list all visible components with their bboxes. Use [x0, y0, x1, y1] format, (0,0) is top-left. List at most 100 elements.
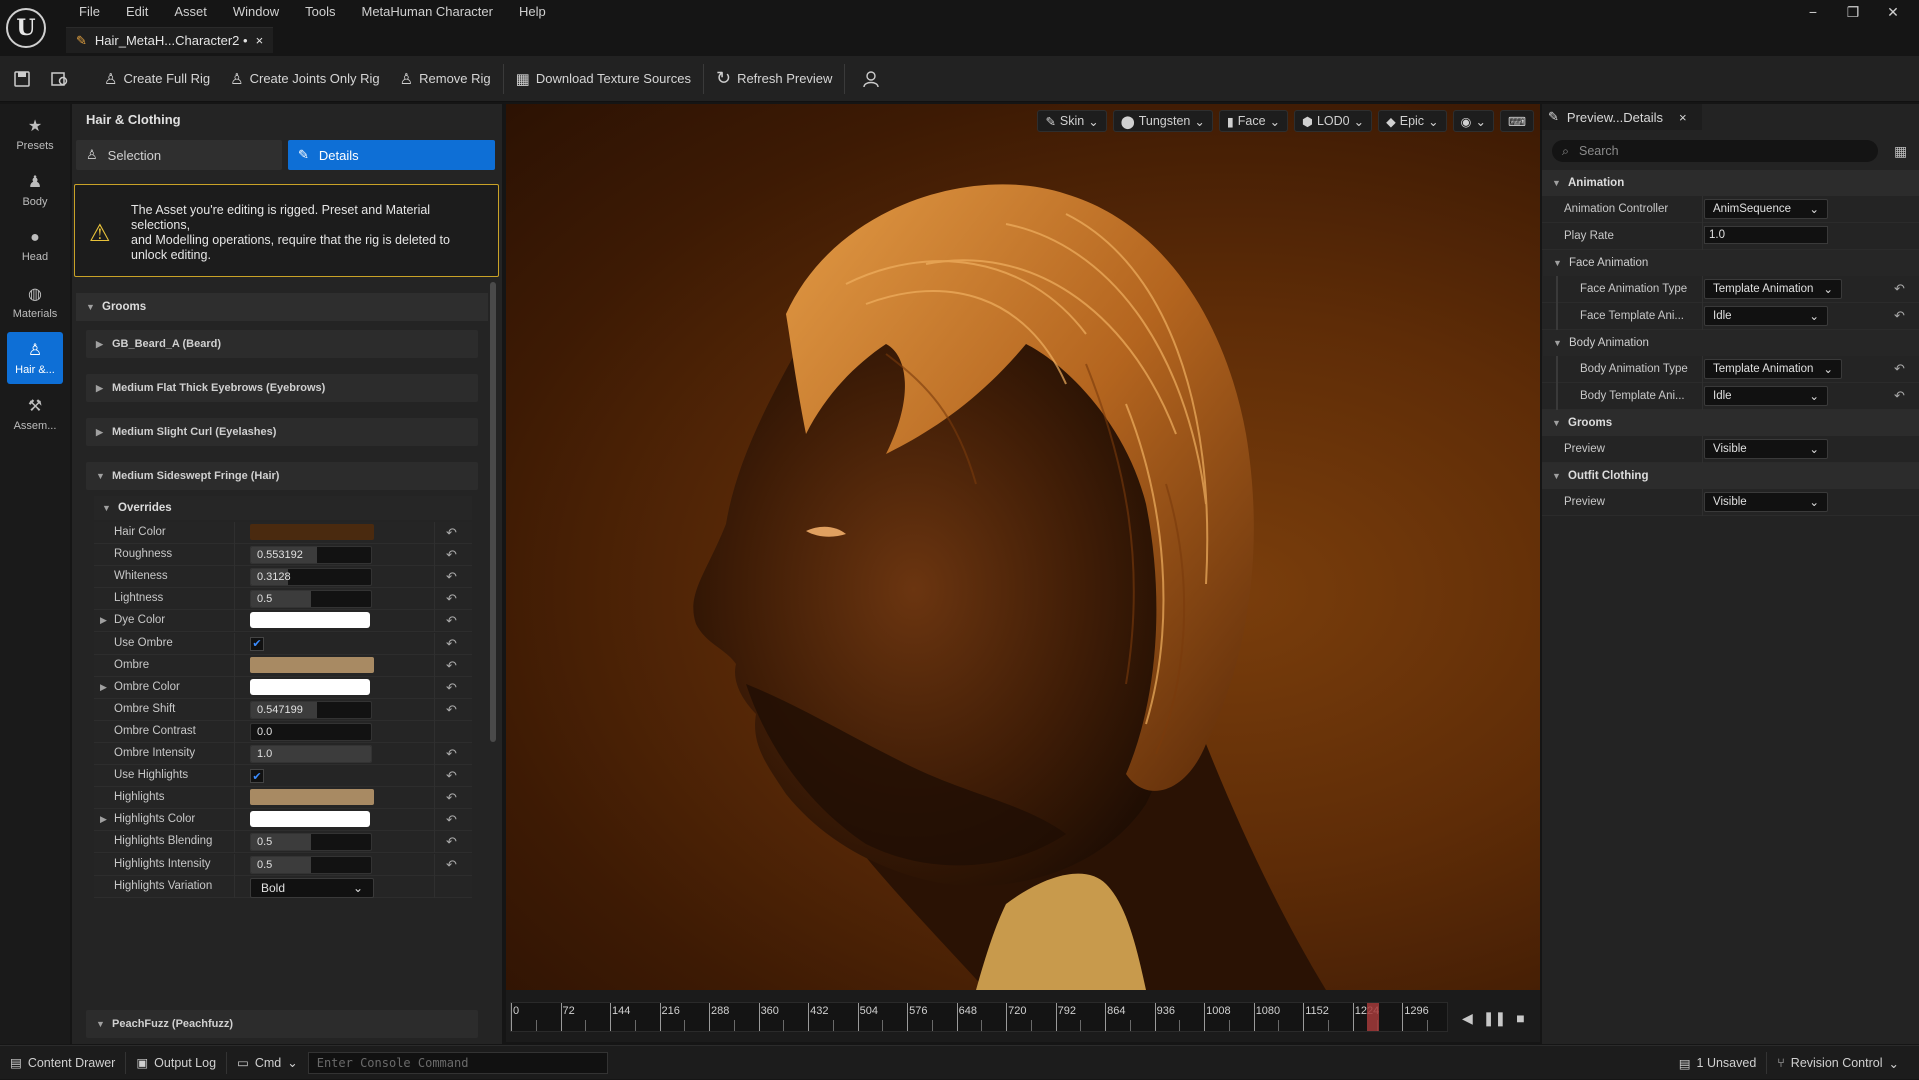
- play-rate-input[interactable]: 1.0: [1704, 226, 1828, 244]
- expand-icon[interactable]: ▶: [100, 814, 107, 825]
- animation-controller-dropdown[interactable]: AnimSequence ⌄: [1704, 199, 1828, 219]
- nav-hair-clothing[interactable]: ♙ Hair &...: [7, 332, 63, 384]
- color-swatch[interactable]: [250, 811, 370, 828]
- expand-icon[interactable]: ▶: [100, 615, 107, 626]
- create-full-rig-button[interactable]: ♙ Create Full Rig: [94, 63, 220, 95]
- menu-help[interactable]: Help: [506, 3, 559, 20]
- timeline-ruler[interactable]: 0 72 144 216 288 360 432 504 576 648 720 792 864 936 1…: [510, 1002, 1448, 1032]
- grooms-preview-dropdown[interactable]: Visible ⌄: [1704, 439, 1828, 459]
- grooms-section-header[interactable]: ▼ Grooms: [76, 293, 488, 321]
- tab-details[interactable]: ✎ Details: [288, 140, 495, 170]
- reset-icon[interactable]: ↶: [1894, 388, 1905, 404]
- back-icon[interactable]: ◀: [1462, 1010, 1473, 1027]
- create-joints-only-rig-button[interactable]: ♙ Create Joints Only Rig: [220, 63, 390, 95]
- tab-selection[interactable]: ♙ Selection: [76, 140, 282, 170]
- nav-presets[interactable]: ★ Presets: [7, 108, 63, 160]
- asset-tab-close-icon[interactable]: ×: [256, 33, 264, 48]
- color-swatch[interactable]: [250, 789, 374, 806]
- refresh-preview-button[interactable]: ↻ Refresh Preview: [706, 63, 842, 95]
- number-slider[interactable]: 0.0: [250, 722, 372, 741]
- color-swatch[interactable]: [250, 524, 374, 540]
- stop-icon[interactable]: ■: [1516, 1010, 1524, 1027]
- grid-view-icon[interactable]: ▦: [1894, 143, 1907, 160]
- checkbox[interactable]: ✔: [250, 769, 264, 784]
- reset-icon[interactable]: ↶: [446, 591, 457, 607]
- restore-icon[interactable]: ❐: [1833, 2, 1873, 22]
- search-input[interactable]: ⌕ Search: [1552, 140, 1878, 162]
- variation-dropdown[interactable]: Bold ⌄: [250, 877, 374, 898]
- color-swatch[interactable]: [250, 612, 370, 629]
- animation-section[interactable]: ▼ Animation: [1542, 170, 1919, 196]
- number-slider[interactable]: 0.553192: [250, 546, 372, 565]
- grooms-section[interactable]: ▼ Grooms: [1542, 410, 1919, 436]
- pause-icon[interactable]: ❚❚: [1483, 1010, 1506, 1027]
- content-drawer-button[interactable]: ▤ Content Drawer: [0, 1046, 125, 1080]
- nav-body[interactable]: ♟ Body: [7, 164, 63, 216]
- menu-asset[interactable]: Asset: [161, 3, 220, 20]
- panel-scrollbar[interactable]: [490, 282, 496, 742]
- reset-icon[interactable]: ↶: [446, 658, 457, 674]
- outfit-clothing-section[interactable]: ▼ Outfit Clothing: [1542, 463, 1919, 489]
- view-options-dropdown[interactable]: ◉ ⌄: [1452, 110, 1494, 132]
- lighting-dropdown[interactable]: ⬤ Tungsten ⌄: [1112, 110, 1213, 132]
- color-swatch[interactable]: [250, 678, 370, 695]
- reset-icon[interactable]: ↶: [446, 768, 457, 784]
- nav-materials[interactable]: ◍ Materials: [7, 276, 63, 328]
- number-slider[interactable]: 0.3128: [250, 568, 372, 587]
- reset-icon[interactable]: ↶: [446, 613, 457, 629]
- reset-icon[interactable]: ↶: [446, 680, 457, 696]
- revision-control-button[interactable]: ⑂ Revision Control ⌄: [1767, 1046, 1909, 1080]
- minimize-icon[interactable]: −: [1793, 2, 1833, 22]
- reset-icon[interactable]: ↶: [446, 746, 457, 762]
- reset-icon[interactable]: ↶: [1894, 361, 1905, 377]
- reset-icon[interactable]: ↶: [446, 812, 457, 828]
- unsaved-button[interactable]: ▤ 1 Unsaved: [1669, 1046, 1767, 1080]
- body-animation-type-dropdown[interactable]: Template Animation ⌄: [1704, 359, 1842, 379]
- viewport[interactable]: ✎ Skin ⌄ ⬤ Tungsten ⌄ ▮ Face ⌄ ⬢ LOD0 ⌄ ◆ Epic ⌄ ◉…: [506, 104, 1540, 990]
- number-slider[interactable]: 0.547199: [250, 700, 372, 719]
- reset-icon[interactable]: ↶: [1894, 281, 1905, 297]
- skin-dropdown[interactable]: ✎ Skin ⌄: [1037, 110, 1107, 132]
- outfit-preview-dropdown[interactable]: Visible ⌄: [1704, 492, 1828, 512]
- groom-hair[interactable]: ▼ Medium Sideswept Fringe (Hair): [86, 462, 478, 490]
- close-tab-icon[interactable]: ×: [1679, 110, 1687, 125]
- body-animation-section[interactable]: ▼ Body Animation: [1543, 330, 1919, 356]
- close-window-icon[interactable]: ✕: [1873, 2, 1913, 22]
- number-slider[interactable]: 0.5: [250, 590, 372, 609]
- number-slider[interactable]: 1.0: [250, 745, 372, 763]
- reset-icon[interactable]: ↶: [446, 636, 457, 652]
- groom-peachfuzz[interactable]: ▼ PeachFuzz (Peachfuzz): [86, 1010, 478, 1038]
- save-icon[interactable]: [6, 63, 38, 95]
- keyboard-button[interactable]: ⌨: [1499, 110, 1534, 132]
- overrides-header[interactable]: ▼ Overrides: [94, 496, 472, 520]
- groom-eyelashes[interactable]: ▶ Medium Slight Curl (Eyelashes): [86, 418, 478, 446]
- user-icon[interactable]: [855, 63, 887, 95]
- remove-rig-button[interactable]: ♙ Remove Rig: [390, 63, 501, 95]
- nav-assembly[interactable]: ⚒ Assem...: [7, 388, 63, 440]
- console-input[interactable]: Enter Console Command: [307, 1051, 608, 1074]
- menu-window[interactable]: Window: [220, 3, 292, 20]
- preview-details-tab[interactable]: ✎ Preview...Details ×: [1542, 104, 1702, 130]
- face-animation-type-dropdown[interactable]: Template Animation ⌄: [1704, 279, 1842, 299]
- nav-head[interactable]: ● Head: [7, 220, 63, 272]
- body-template-dropdown[interactable]: Idle ⌄: [1704, 386, 1828, 406]
- expand-icon[interactable]: ▶: [100, 682, 107, 693]
- reset-icon[interactable]: ↶: [446, 702, 457, 718]
- camera-dropdown[interactable]: ▮ Face ⌄: [1218, 110, 1289, 132]
- unreal-logo[interactable]: U: [6, 8, 46, 48]
- output-log-button[interactable]: ▣ Output Log: [126, 1046, 226, 1080]
- number-slider[interactable]: 0.5: [250, 833, 372, 852]
- cmd-dropdown[interactable]: ▭ Cmd ⌄: [227, 1046, 308, 1080]
- menu-file[interactable]: File: [66, 3, 113, 20]
- quality-dropdown[interactable]: ◆ Epic ⌄: [1378, 110, 1447, 132]
- face-animation-section[interactable]: ▼ Face Animation: [1543, 250, 1919, 276]
- groom-beard[interactable]: ▶ GB_Beard_A (Beard): [86, 330, 478, 358]
- menu-metahuman-character[interactable]: MetaHuman Character: [348, 3, 506, 20]
- reset-icon[interactable]: ↶: [1894, 308, 1905, 324]
- reset-icon[interactable]: ↶: [446, 834, 457, 850]
- browse-icon[interactable]: [44, 63, 76, 95]
- playhead[interactable]: [1366, 1003, 1379, 1031]
- reset-icon[interactable]: ↶: [446, 790, 457, 806]
- reset-icon[interactable]: ↶: [446, 857, 457, 873]
- groom-eyebrows[interactable]: ▶ Medium Flat Thick Eyebrows (Eyebrows): [86, 374, 478, 402]
